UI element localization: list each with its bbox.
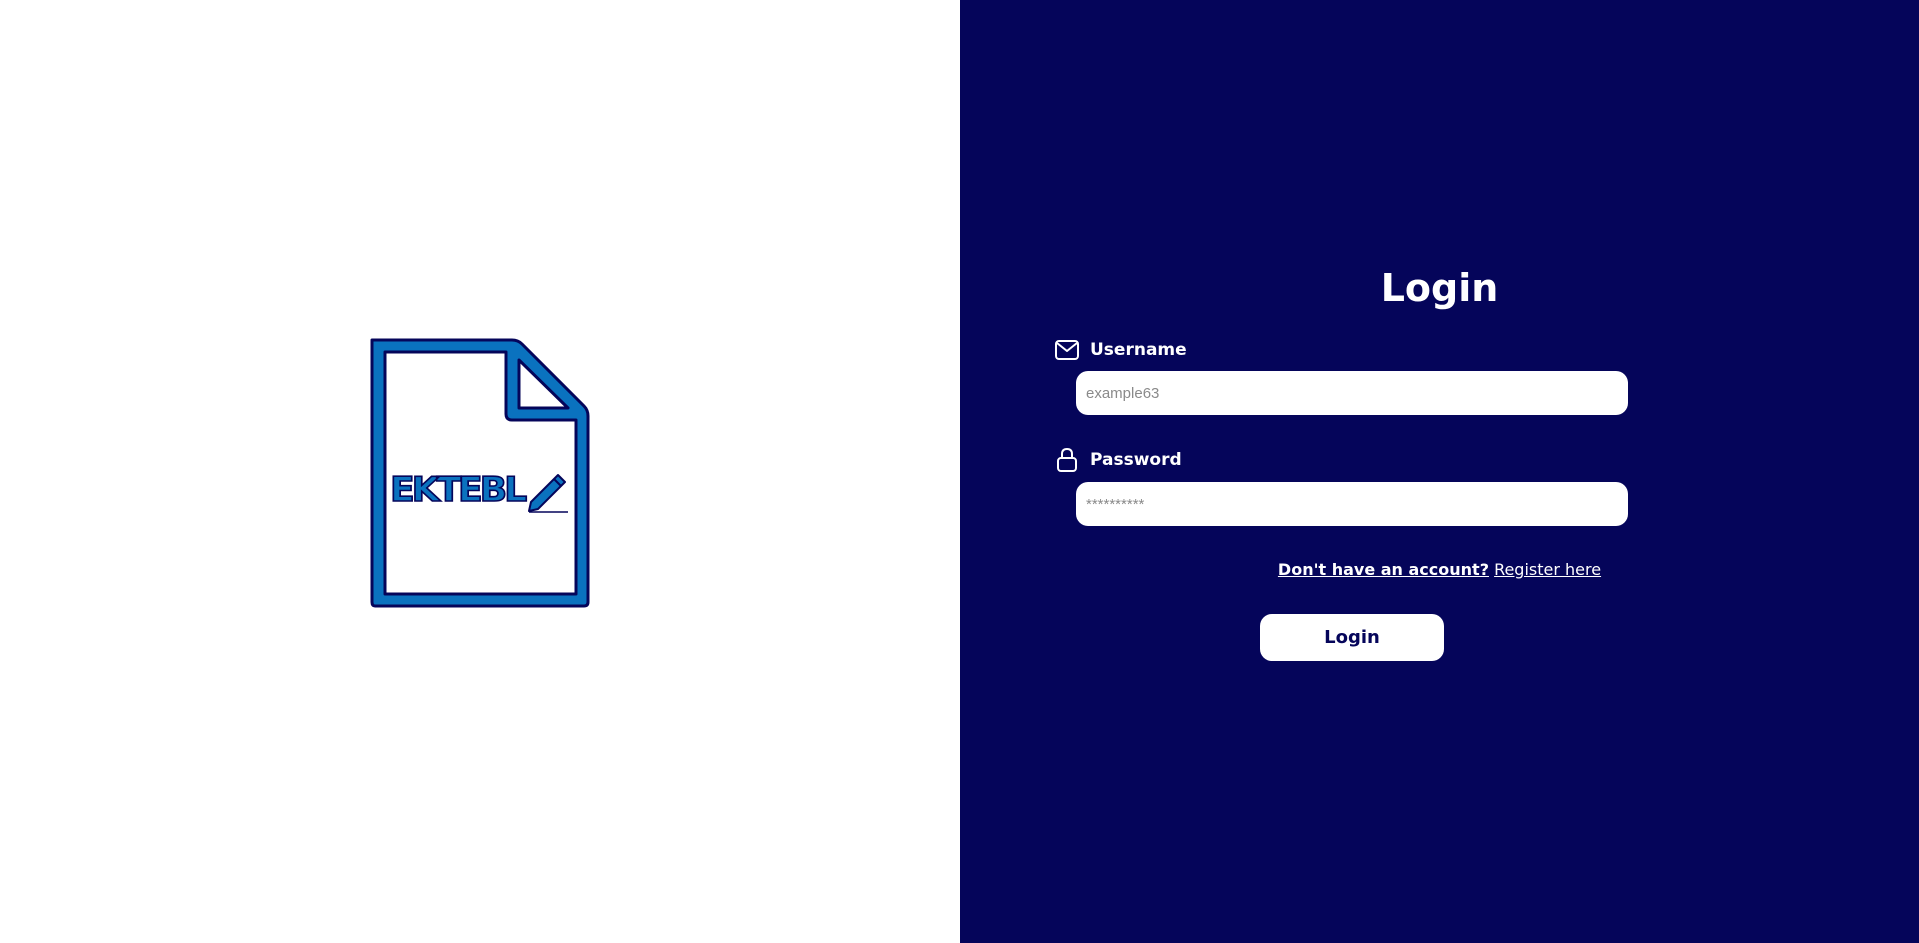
login-title: Login (1380, 266, 1499, 310)
login-page: EKTEBL Login Username example63 Password… (0, 0, 1919, 943)
register-link[interactable]: Register here (1494, 560, 1601, 579)
login-button[interactable]: Login (1260, 614, 1444, 661)
lock-icon (1054, 447, 1080, 473)
password-label: Password (1090, 450, 1182, 470)
envelope-icon (1054, 337, 1080, 363)
logo-text: EKTEBL (390, 470, 526, 510)
register-prompt: Don't have an account? (1277, 560, 1489, 579)
password-input[interactable] (1076, 482, 1628, 526)
brand-panel: EKTEBL (0, 0, 960, 943)
login-panel: Login Username Password Don't have a (960, 0, 1919, 943)
ektebl-logo: EKTEBL (370, 338, 590, 608)
username-label: Username (1090, 340, 1187, 360)
register-row: Don't have an account? Register here (960, 560, 1919, 579)
password-label-row: Password (1054, 447, 1182, 473)
username-input[interactable] (1076, 371, 1628, 415)
username-label-row: Username (1054, 337, 1187, 363)
